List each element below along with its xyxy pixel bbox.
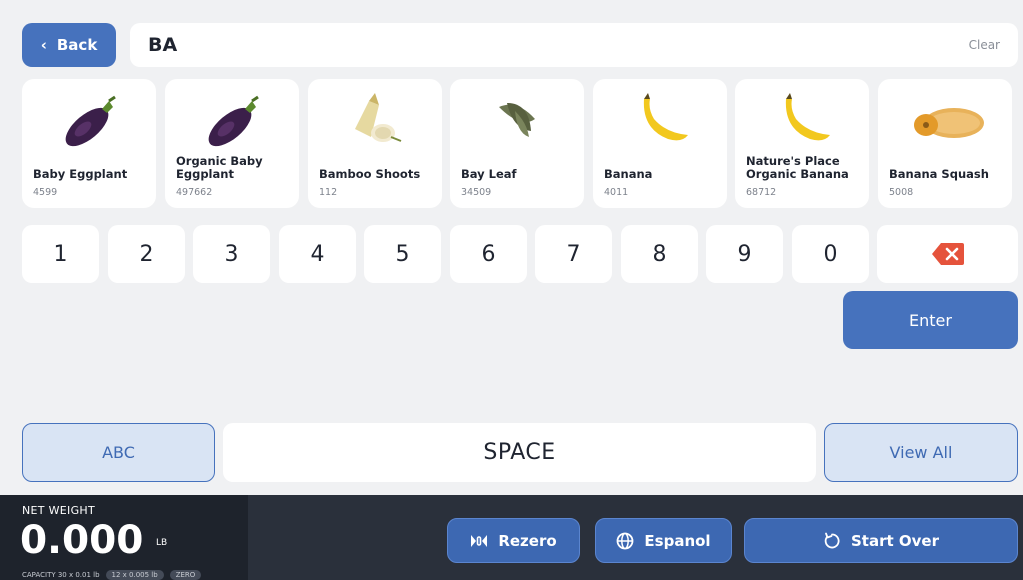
product-results: Baby Eggplant 4599 Organic Baby Eggplant…: [22, 79, 1023, 209]
restart-icon: [824, 532, 840, 548]
product-code: 68712: [746, 187, 777, 198]
product-card[interactable]: Bamboo Shoots 112: [308, 79, 442, 208]
bamboo-shoots-icon: [308, 85, 442, 157]
key-4[interactable]: 4: [279, 225, 356, 283]
rezero-label: Rezero: [498, 531, 557, 550]
net-weight-label: NET WEIGHT: [22, 504, 95, 517]
key-5[interactable]: 5: [364, 225, 441, 283]
capacity-text: CAPACITY 30 x 0.01 lb: [22, 571, 100, 579]
capacity-row: CAPACITY 30 x 0.01 lb 12 x 0.005 lb ZERO: [22, 570, 202, 580]
product-code: 34509: [461, 187, 492, 198]
product-name: Baby Eggplant: [33, 167, 128, 181]
product-card[interactable]: Banana Squash 5008: [878, 79, 1012, 208]
back-label: Back: [56, 36, 98, 54]
product-name: Banana: [604, 167, 653, 181]
backspace-icon: [931, 243, 964, 265]
rezero-icon: [471, 534, 488, 547]
product-name: Banana Squash: [889, 167, 989, 181]
search-value: BA: [148, 34, 178, 56]
product-name: Bay Leaf: [461, 167, 517, 181]
rezero-button[interactable]: Rezero: [447, 518, 580, 563]
product-code: 112: [319, 187, 338, 198]
banana-icon: [735, 85, 869, 157]
key-0[interactable]: 0: [792, 225, 869, 283]
key-9[interactable]: 9: [706, 225, 783, 283]
start-over-button[interactable]: Start Over: [744, 518, 1018, 563]
weight-unit: LB: [156, 538, 168, 548]
eggplant-icon: [165, 85, 299, 157]
chevron-left-icon: ‹: [40, 36, 47, 54]
product-name: Organic Baby Eggplant: [176, 154, 263, 181]
net-weight-value: 0.000: [20, 518, 144, 563]
squash-icon: [878, 85, 1012, 157]
space-button[interactable]: SPACE: [223, 423, 816, 482]
start-over-label: Start Over: [851, 531, 939, 550]
product-card[interactable]: Baby Eggplant 4599: [22, 79, 156, 208]
enter-button[interactable]: Enter: [843, 291, 1018, 349]
product-code: 5008: [889, 187, 914, 198]
globe-icon: [617, 532, 634, 549]
product-card[interactable]: Organic Baby Eggplant 497662: [165, 79, 299, 208]
key-7[interactable]: 7: [535, 225, 612, 283]
clear-button[interactable]: Clear: [969, 38, 1000, 52]
eggplant-icon: [22, 85, 156, 157]
product-card[interactable]: Banana 4011: [593, 79, 727, 208]
product-code: 497662: [176, 187, 213, 198]
product-name: Nature's Place Organic Banana: [746, 154, 849, 181]
espanol-button[interactable]: Espanol: [595, 518, 732, 563]
view-all-button[interactable]: View All: [824, 423, 1018, 482]
product-card[interactable]: Bay Leaf 34509: [450, 79, 584, 208]
abc-button[interactable]: ABC: [22, 423, 215, 482]
product-code: 4011: [604, 187, 629, 198]
banana-icon: [593, 85, 727, 157]
key-6[interactable]: 6: [450, 225, 527, 283]
key-8[interactable]: 8: [621, 225, 698, 283]
net-weight-panel: NET WEIGHT 0.000 LB CAPACITY 30 x 0.01 l…: [0, 495, 248, 580]
product-card[interactable]: Nature's Place Organic Banana 68712: [735, 79, 869, 208]
search-input[interactable]: BA Clear: [130, 23, 1018, 67]
espanol-label: Espanol: [644, 531, 711, 550]
key-2[interactable]: 2: [108, 225, 185, 283]
backspace-key[interactable]: [877, 225, 1018, 283]
capacity-pill: 12 x 0.005 lb: [105, 570, 164, 580]
footer-bar: NET WEIGHT 0.000 LB CAPACITY 30 x 0.01 l…: [0, 495, 1023, 580]
product-name: Bamboo Shoots: [319, 167, 421, 181]
back-button[interactable]: ‹ Back: [22, 23, 116, 67]
zero-pill: ZERO: [169, 570, 202, 580]
product-code: 4599: [33, 187, 58, 198]
bay-leaf-icon: [450, 85, 584, 157]
key-3[interactable]: 3: [193, 225, 270, 283]
key-1[interactable]: 1: [22, 225, 99, 283]
